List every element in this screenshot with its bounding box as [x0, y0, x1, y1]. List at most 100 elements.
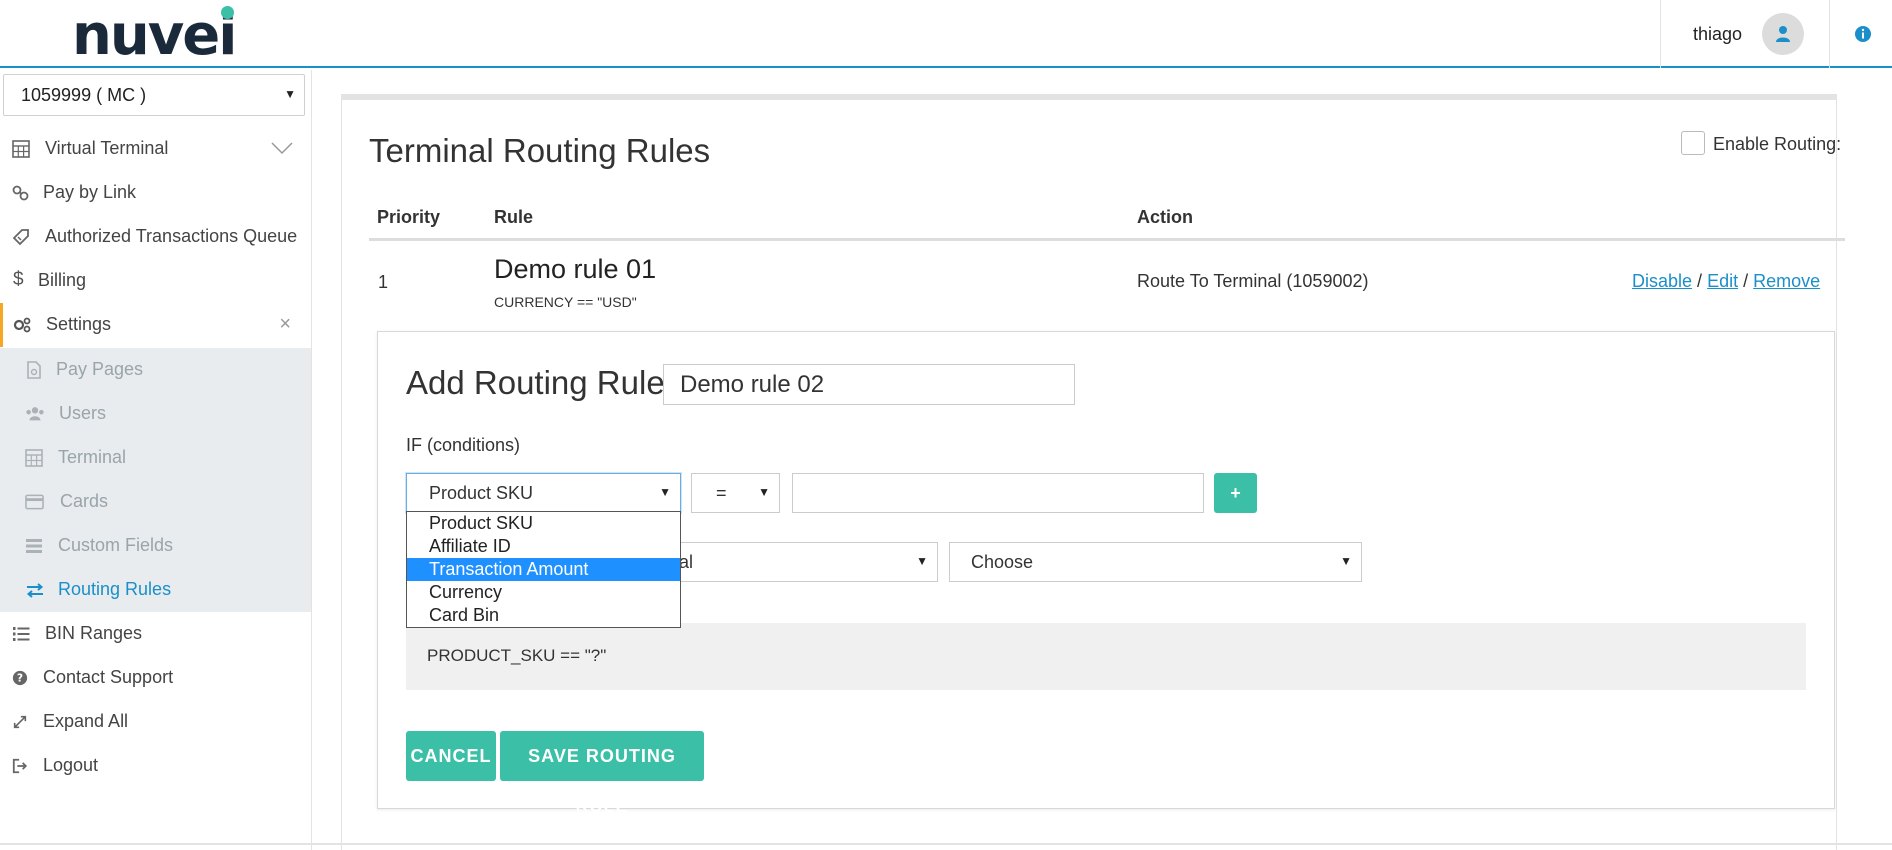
sidebar-item-cards[interactable]: Cards — [0, 480, 311, 524]
sidebar-item-pay-pages[interactable]: Pay Pages — [0, 348, 311, 392]
separator: / — [1697, 271, 1703, 291]
svg-text:?: ? — [17, 672, 23, 685]
sidebar-item-authorized-transactions-queue[interactable]: Authorized Transactions Queue — [0, 215, 311, 259]
list-ol-icon — [13, 627, 30, 641]
dollar-icon: $ — [13, 269, 24, 290]
enable-routing-checkbox[interactable] — [1681, 131, 1705, 155]
avatar[interactable] — [1762, 13, 1804, 55]
gears-icon — [13, 317, 31, 333]
column-header-action: Action — [1137, 207, 1193, 227]
sidebar-item-label: Authorized Transactions Queue — [45, 226, 298, 246]
cancel-button[interactable]: CANCEL — [406, 731, 496, 781]
sidebar-item-label: Virtual Terminal — [45, 138, 169, 158]
sidebar-item-settings[interactable]: Settings × — [0, 303, 311, 347]
condition-field-select[interactable]: Product SKU ▼ — [406, 473, 681, 513]
condition-value-input[interactable] — [792, 473, 1204, 513]
calculator-icon — [12, 140, 30, 158]
sidebar: 1059999 ( MC ) ▼ Virtual Terminal Pay by… — [0, 70, 312, 850]
sidebar-item-label: Pay Pages — [56, 359, 144, 379]
expand-icon — [13, 715, 27, 729]
sidebar-item-label: Custom Fields — [58, 535, 174, 555]
sidebar-item-label: Cards — [60, 491, 109, 511]
sign-out-icon — [12, 758, 28, 774]
tag-icon — [12, 229, 29, 246]
sidebar-item-virtual-terminal[interactable]: Virtual Terminal — [0, 127, 311, 171]
link-icon — [12, 185, 29, 201]
add-routing-rule-title: Add Routing Rule — [406, 364, 665, 401]
terminal-select-value: Choose — [971, 552, 1034, 572]
rule-actions: Disable / Edit / Remove — [1632, 271, 1820, 292]
list-icon — [26, 539, 42, 553]
sidebar-item-label: Contact Support — [43, 667, 174, 687]
close-icon[interactable]: × — [279, 313, 291, 336]
sidebar-item-label: Settings — [46, 314, 112, 334]
user-menu[interactable]: thiago — [1660, 0, 1830, 68]
enable-routing-label: Enable Routing: — [1713, 134, 1842, 154]
sidebar-item-contact-support[interactable]: ? Contact Support — [0, 656, 311, 700]
caret-down-icon: ▼ — [758, 485, 770, 499]
separator: / — [1743, 271, 1749, 291]
chevron-down-icon[interactable] — [271, 141, 293, 155]
edit-link[interactable]: Edit — [1707, 271, 1738, 291]
question-circle-icon: ? — [12, 670, 28, 686]
sidebar-item-bin-ranges[interactable]: BIN Ranges — [0, 612, 311, 656]
caret-down-icon: ▼ — [1340, 554, 1352, 568]
user-icon — [1776, 26, 1790, 42]
rule-preview: PRODUCT_SKU == "?" — [406, 623, 1806, 690]
nuvei-logo[interactable]: nuvei — [72, 8, 237, 64]
dropdown-option-product-sku[interactable]: Product SKU — [407, 512, 680, 535]
calculator-icon — [25, 449, 43, 467]
merchant-select[interactable]: 1059999 ( MC ) ▼ — [3, 74, 305, 116]
top-header: nuvei thiago — [0, 0, 1892, 68]
info-icon[interactable] — [1854, 25, 1872, 43]
dropdown-option-card-bin[interactable]: Card Bin — [407, 604, 680, 627]
table-header-divider — [369, 238, 1845, 241]
rule-name-input[interactable] — [663, 364, 1075, 405]
merchant-select-value: 1059999 ( MC ) — [21, 85, 147, 105]
rule-action: Route To Terminal (1059002) — [1137, 271, 1369, 291]
bottom-divider — [0, 843, 1892, 845]
dropdown-option-transaction-amount[interactable]: Transaction Amount — [407, 558, 680, 581]
sidebar-item-label: Logout — [43, 755, 99, 775]
users-icon — [26, 407, 44, 421]
dropdown-option-currency[interactable]: Currency — [407, 581, 680, 604]
add-condition-button[interactable]: + — [1214, 473, 1257, 513]
condition-field-value: Product SKU — [429, 483, 534, 503]
sidebar-item-expand-all[interactable]: Expand All — [0, 700, 311, 744]
dropdown-option-affiliate-id[interactable]: Affiliate ID — [407, 535, 680, 558]
action-select-value: al — [679, 552, 694, 572]
sidebar-item-label: Routing Rules — [58, 579, 172, 599]
caret-down-icon: ▼ — [284, 87, 296, 101]
sidebar-item-label: BIN Ranges — [45, 623, 143, 643]
sidebar-item-label: Users — [59, 403, 107, 423]
username: thiago — [1693, 24, 1743, 44]
logo-dot — [221, 6, 234, 19]
rule-name: Demo rule 01 — [494, 254, 657, 284]
rule-condition: CURRENCY == "USD" — [494, 294, 637, 310]
sidebar-item-billing[interactable]: $ Billing — [0, 259, 311, 303]
operator-select[interactable]: = ▼ — [691, 473, 780, 513]
sidebar-item-routing-rules[interactable]: Routing Rules — [0, 568, 311, 612]
sidebar-item-label: Billing — [38, 270, 87, 290]
caret-down-icon: ▼ — [659, 485, 671, 499]
credit-card-icon — [25, 494, 44, 510]
sidebar-item-label: Terminal — [58, 447, 127, 467]
save-routing-rule-button[interactable]: SAVE ROUTING RULE — [500, 731, 704, 816]
sidebar-item-pay-by-link[interactable]: Pay by Link — [0, 171, 311, 215]
column-header-priority: Priority — [377, 207, 441, 227]
document-icon — [27, 361, 41, 379]
terminal-select[interactable]: Choose ▼ — [949, 542, 1362, 582]
remove-link[interactable]: Remove — [1753, 271, 1820, 291]
sidebar-item-label: Expand All — [43, 711, 129, 731]
disable-link[interactable]: Disable — [1632, 271, 1692, 291]
condition-field-dropdown: Product SKU Affiliate ID Transaction Amo… — [406, 511, 681, 628]
rule-priority: 1 — [378, 272, 389, 292]
sidebar-item-label: Pay by Link — [43, 182, 137, 202]
sidebar-item-users[interactable]: Users — [0, 392, 311, 436]
if-conditions-label: IF (conditions) — [406, 435, 521, 455]
sidebar-item-logout[interactable]: Logout — [0, 744, 311, 788]
sidebar-item-terminal[interactable]: Terminal — [0, 436, 311, 480]
caret-down-icon: ▼ — [916, 554, 928, 568]
exchange-icon — [26, 583, 44, 598]
sidebar-item-custom-fields[interactable]: Custom Fields — [0, 524, 311, 568]
